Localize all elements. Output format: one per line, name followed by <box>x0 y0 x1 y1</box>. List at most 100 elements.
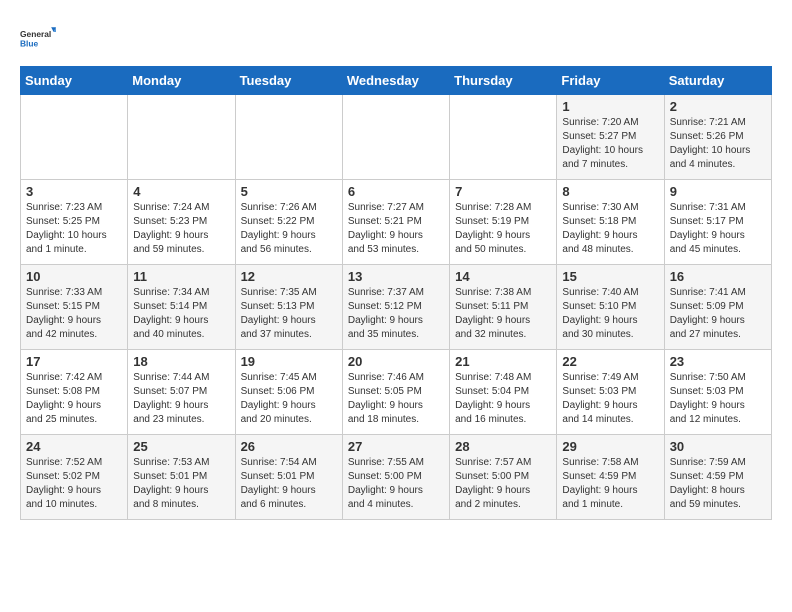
calendar-cell: 16 Sunrise: 7:41 AM Sunset: 5:09 PM Dayli… <box>664 265 771 350</box>
calendar-table: SundayMondayTuesdayWednesdayThursdayFrid… <box>20 66 772 520</box>
day-number: 6 <box>348 184 444 199</box>
calendar-cell: 9Sunrise: 7:31 AM Sunset: 5:17 PM Daylig… <box>664 180 771 265</box>
logo-icon: General Blue <box>20 20 56 56</box>
calendar-cell: 23 Sunrise: 7:50 AM Sunset: 5:03 PM Dayli… <box>664 350 771 435</box>
day-number: 24 <box>26 439 122 454</box>
calendar-cell <box>21 95 128 180</box>
calendar-cell: 24 Sunrise: 7:52 AM Sunset: 5:02 PM Dayli… <box>21 435 128 520</box>
calendar-cell: 15 Sunrise: 7:40 AM Sunset: 5:10 PM Dayli… <box>557 265 664 350</box>
day-info: Sunrise: 7:58 AM Sunset: 4:59 PM Dayligh… <box>562 456 658 512</box>
calendar-cell: 3 Sunrise: 7:23 AM Sunset: 5:25 PM Daylig… <box>21 180 128 265</box>
day-info: Sunrise: 7:20 AM Sunset: 5:27 PM Dayligh… <box>562 116 658 172</box>
day-info: Sunrise: 7:37 AM Sunset: 5:12 PM Dayligh… <box>348 286 444 342</box>
weekday-header-tuesday: Tuesday <box>235 67 342 95</box>
weekday-header-thursday: Thursday <box>450 67 557 95</box>
weekday-header-row: SundayMondayTuesdayWednesdayThursdayFrid… <box>21 67 772 95</box>
day-info: Sunrise: 7:52 AM Sunset: 5:02 PM Dayligh… <box>26 456 122 512</box>
calendar-cell: 5Sunrise: 7:26 AM Sunset: 5:22 PM Daylig… <box>235 180 342 265</box>
day-info: Sunrise: 7:33 AM Sunset: 5:15 PM Dayligh… <box>26 286 122 342</box>
day-number: 27 <box>348 439 444 454</box>
day-number: 29 <box>562 439 658 454</box>
day-info: Sunrise: 7:34 AM Sunset: 5:14 PM Dayligh… <box>133 286 229 342</box>
calendar-week-row: 17 Sunrise: 7:42 AM Sunset: 5:08 PM Dayli… <box>21 350 772 435</box>
calendar-cell: 30 Sunrise: 7:59 AM Sunset: 4:59 PM Dayli… <box>664 435 771 520</box>
calendar-week-row: 24 Sunrise: 7:52 AM Sunset: 5:02 PM Dayli… <box>21 435 772 520</box>
day-number: 3 <box>26 184 122 199</box>
day-number: 30 <box>670 439 766 454</box>
calendar-cell <box>342 95 449 180</box>
day-info: Sunrise: 7:38 AM Sunset: 5:11 PM Dayligh… <box>455 286 551 342</box>
day-info: Sunrise: 7:46 AM Sunset: 5:05 PM Dayligh… <box>348 371 444 427</box>
weekday-header-wednesday: Wednesday <box>342 67 449 95</box>
day-number: 23 <box>670 354 766 369</box>
day-number: 10 <box>26 269 122 284</box>
day-info: Sunrise: 7:21 AM Sunset: 5:26 PM Dayligh… <box>670 116 766 172</box>
day-number: 22 <box>562 354 658 369</box>
calendar-cell: 7 Sunrise: 7:28 AM Sunset: 5:19 PM Daylig… <box>450 180 557 265</box>
day-info: Sunrise: 7:41 AM Sunset: 5:09 PM Dayligh… <box>670 286 766 342</box>
day-number: 17 <box>26 354 122 369</box>
calendar-cell: 25 Sunrise: 7:53 AM Sunset: 5:01 PM Dayli… <box>128 435 235 520</box>
day-info: Sunrise: 7:48 AM Sunset: 5:04 PM Dayligh… <box>455 371 551 427</box>
calendar-cell: 11 Sunrise: 7:34 AM Sunset: 5:14 PM Dayli… <box>128 265 235 350</box>
calendar-body: 1Sunrise: 7:20 AM Sunset: 5:27 PM Daylig… <box>21 95 772 520</box>
calendar-week-row: 1Sunrise: 7:20 AM Sunset: 5:27 PM Daylig… <box>21 95 772 180</box>
calendar-cell: 13 Sunrise: 7:37 AM Sunset: 5:12 PM Dayli… <box>342 265 449 350</box>
day-number: 28 <box>455 439 551 454</box>
calendar-week-row: 10 Sunrise: 7:33 AM Sunset: 5:15 PM Dayli… <box>21 265 772 350</box>
calendar-cell: 22 Sunrise: 7:49 AM Sunset: 5:03 PM Dayli… <box>557 350 664 435</box>
day-number: 25 <box>133 439 229 454</box>
calendar-cell <box>450 95 557 180</box>
day-info: Sunrise: 7:27 AM Sunset: 5:21 PM Dayligh… <box>348 201 444 257</box>
calendar-week-row: 3 Sunrise: 7:23 AM Sunset: 5:25 PM Daylig… <box>21 180 772 265</box>
day-number: 5 <box>241 184 337 199</box>
day-info: Sunrise: 7:35 AM Sunset: 5:13 PM Dayligh… <box>241 286 337 342</box>
calendar-cell: 2 Sunrise: 7:21 AM Sunset: 5:26 PM Daylig… <box>664 95 771 180</box>
day-info: Sunrise: 7:30 AM Sunset: 5:18 PM Dayligh… <box>562 201 658 257</box>
day-info: Sunrise: 7:24 AM Sunset: 5:23 PM Dayligh… <box>133 201 229 257</box>
weekday-header-friday: Friday <box>557 67 664 95</box>
day-number: 19 <box>241 354 337 369</box>
day-number: 26 <box>241 439 337 454</box>
day-info: Sunrise: 7:40 AM Sunset: 5:10 PM Dayligh… <box>562 286 658 342</box>
day-number: 14 <box>455 269 551 284</box>
day-number: 12 <box>241 269 337 284</box>
day-number: 16 <box>670 269 766 284</box>
calendar-cell: 28 Sunrise: 7:57 AM Sunset: 5:00 PM Dayli… <box>450 435 557 520</box>
calendar-cell: 27 Sunrise: 7:55 AM Sunset: 5:00 PM Dayli… <box>342 435 449 520</box>
day-number: 8 <box>562 184 658 199</box>
day-number: 13 <box>348 269 444 284</box>
calendar-cell: 26Sunrise: 7:54 AM Sunset: 5:01 PM Dayli… <box>235 435 342 520</box>
day-info: Sunrise: 7:23 AM Sunset: 5:25 PM Dayligh… <box>26 201 122 257</box>
day-info: Sunrise: 7:55 AM Sunset: 5:00 PM Dayligh… <box>348 456 444 512</box>
day-info: Sunrise: 7:42 AM Sunset: 5:08 PM Dayligh… <box>26 371 122 427</box>
calendar-cell: 20 Sunrise: 7:46 AM Sunset: 5:05 PM Dayli… <box>342 350 449 435</box>
day-number: 18 <box>133 354 229 369</box>
day-number: 15 <box>562 269 658 284</box>
page-header: General Blue <box>20 20 772 56</box>
day-info: Sunrise: 7:50 AM Sunset: 5:03 PM Dayligh… <box>670 371 766 427</box>
day-info: Sunrise: 7:53 AM Sunset: 5:01 PM Dayligh… <box>133 456 229 512</box>
calendar-cell: 1Sunrise: 7:20 AM Sunset: 5:27 PM Daylig… <box>557 95 664 180</box>
svg-text:Blue: Blue <box>20 38 39 48</box>
day-info: Sunrise: 7:31 AM Sunset: 5:17 PM Dayligh… <box>670 201 766 257</box>
day-info: Sunrise: 7:28 AM Sunset: 5:19 PM Dayligh… <box>455 201 551 257</box>
day-info: Sunrise: 7:45 AM Sunset: 5:06 PM Dayligh… <box>241 371 337 427</box>
calendar-cell: 18Sunrise: 7:44 AM Sunset: 5:07 PM Dayli… <box>128 350 235 435</box>
day-info: Sunrise: 7:59 AM Sunset: 4:59 PM Dayligh… <box>670 456 766 512</box>
calendar-cell: 14 Sunrise: 7:38 AM Sunset: 5:11 PM Dayli… <box>450 265 557 350</box>
day-number: 20 <box>348 354 444 369</box>
day-info: Sunrise: 7:57 AM Sunset: 5:00 PM Dayligh… <box>455 456 551 512</box>
logo: General Blue <box>20 20 56 56</box>
day-number: 11 <box>133 269 229 284</box>
day-info: Sunrise: 7:49 AM Sunset: 5:03 PM Dayligh… <box>562 371 658 427</box>
calendar-cell: 8 Sunrise: 7:30 AM Sunset: 5:18 PM Daylig… <box>557 180 664 265</box>
day-number: 7 <box>455 184 551 199</box>
day-number: 21 <box>455 354 551 369</box>
calendar-cell: 12 Sunrise: 7:35 AM Sunset: 5:13 PM Dayli… <box>235 265 342 350</box>
day-number: 2 <box>670 99 766 114</box>
calendar-cell <box>128 95 235 180</box>
calendar-cell: 29 Sunrise: 7:58 AM Sunset: 4:59 PM Dayli… <box>557 435 664 520</box>
calendar-cell: 19 Sunrise: 7:45 AM Sunset: 5:06 PM Dayli… <box>235 350 342 435</box>
calendar-cell: 10 Sunrise: 7:33 AM Sunset: 5:15 PM Dayli… <box>21 265 128 350</box>
